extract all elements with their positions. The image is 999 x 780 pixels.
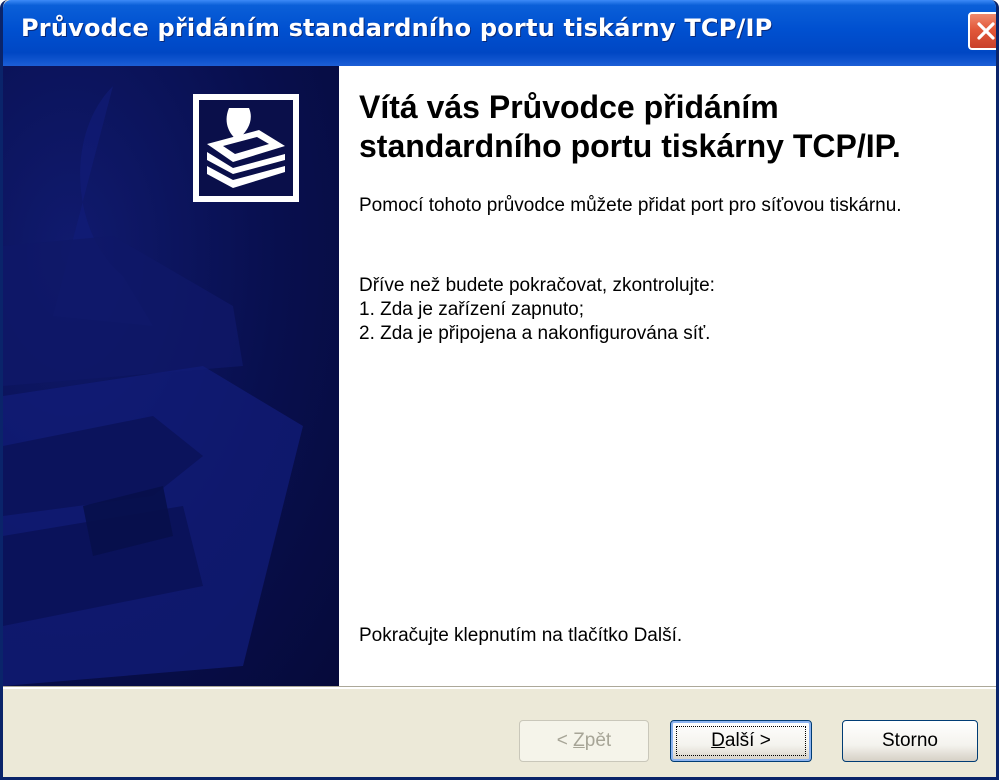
check-item-2: 2. Zda je připojena a nakonfigurována sí… — [359, 323, 711, 344]
welcome-heading: Vítá vás Průvodce přidáním standardního … — [359, 89, 901, 164]
close-button[interactable] — [968, 12, 996, 50]
printer-port-icon — [199, 100, 293, 196]
check-intro-text: Dříve než budete pokračovat, zkontrolujt… — [359, 275, 715, 296]
back-button[interactable]: < Zpět — [519, 720, 649, 762]
wizard-content: Vítá vás Průvodce přidáním standardního … — [3, 66, 996, 686]
wizard-window: Průvodce přidáním standardního portu tis… — [0, 0, 999, 780]
wizard-footer: < Zpět Další > Storno — [3, 686, 996, 777]
cancel-button[interactable]: Storno — [842, 720, 978, 762]
title-bar[interactable]: Průvodce přidáním standardního portu tis… — [3, 0, 996, 66]
window-title: Průvodce přidáním standardního portu tis… — [21, 14, 773, 42]
back-button-accesskey: Z — [573, 730, 585, 751]
intro-text: Pomocí tohoto průvodce můžete přidat por… — [359, 195, 902, 216]
wizard-main: Vítá vás Průvodce přidáním standardního … — [339, 66, 996, 686]
close-icon — [977, 22, 995, 40]
back-button-prefix: < — [556, 730, 574, 751]
check-item-1: 1. Zda je zařízení zapnuto; — [359, 299, 584, 320]
footer-divider — [3, 686, 996, 689]
back-button-label: pět — [584, 730, 612, 751]
next-button[interactable]: Další > — [670, 720, 812, 762]
wizard-logo — [193, 94, 299, 202]
focus-rectangle — [676, 726, 806, 756]
continue-hint: Pokračujte klepnutím na tlačítko Další. — [359, 625, 683, 646]
wizard-sidebar — [3, 66, 339, 686]
